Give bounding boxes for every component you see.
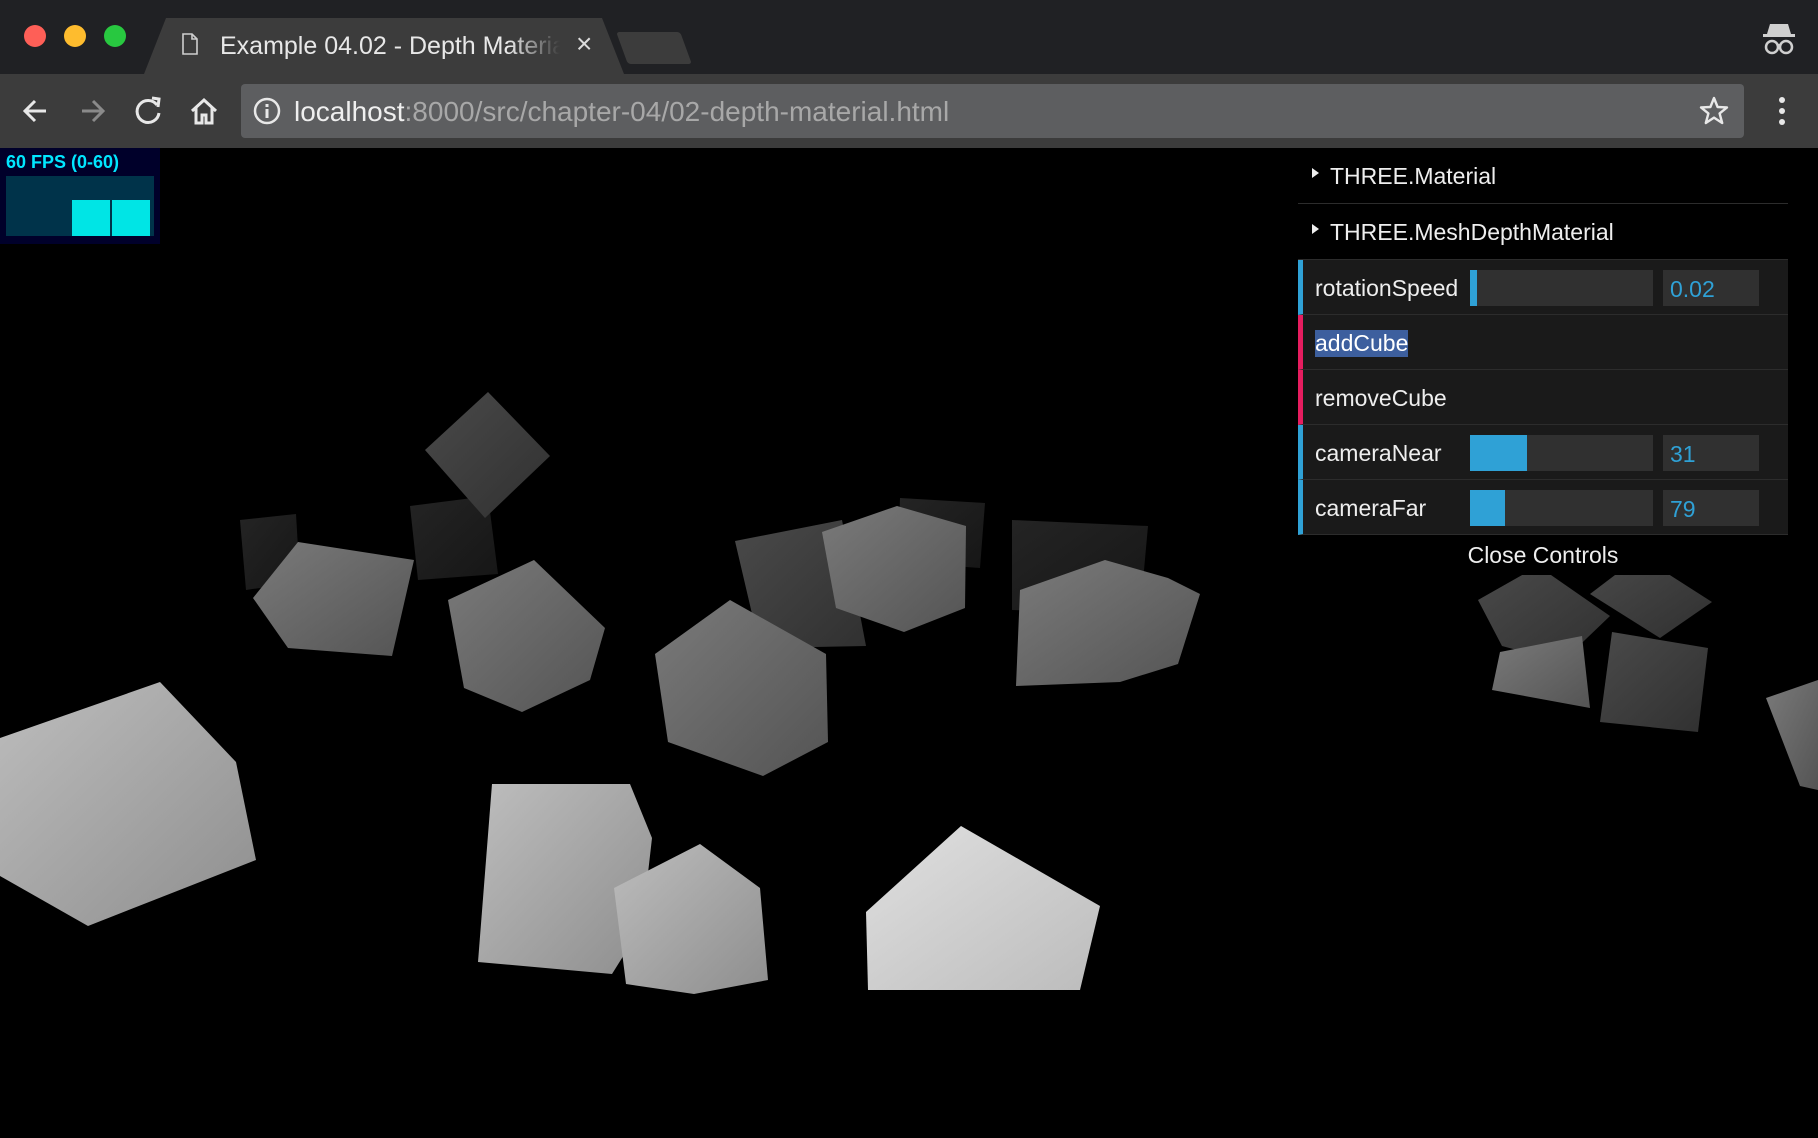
tab-title: Example 04.02 - Depth Material <box>220 32 560 60</box>
camera-near-input[interactable]: 31 <box>1663 435 1759 471</box>
document-icon <box>182 33 198 55</box>
fps-stats-panel[interactable]: 60 FPS (0-60) <box>0 148 160 244</box>
remove-cube-button[interactable]: removeCube <box>1298 370 1788 425</box>
tab-close-icon[interactable]: × <box>576 30 592 58</box>
home-icon[interactable] <box>188 95 220 127</box>
folder-collapsed-icon <box>1312 168 1319 178</box>
control-rotation-speed: rotationSpeed 0.02 <box>1298 260 1788 315</box>
folder-label: THREE.Material <box>1330 163 1497 189</box>
back-arrow-icon[interactable] <box>20 95 52 127</box>
cube <box>1766 680 1818 790</box>
controls-panel: THREE.Material THREE.MeshDepthMaterial r… <box>1298 148 1788 575</box>
url-path: :8000/src/chapter-04/02-depth-material.h… <box>404 96 950 127</box>
incognito-icon <box>1763 24 1795 55</box>
camera-near-slider[interactable] <box>1470 435 1653 471</box>
folder-three-meshdepthmaterial[interactable]: THREE.MeshDepthMaterial <box>1298 204 1788 260</box>
control-camera-far: cameraFar 79 <box>1298 480 1788 535</box>
browser-tab[interactable]: Example 04.02 - Depth Material × <box>144 18 624 74</box>
reload-icon[interactable] <box>132 95 164 127</box>
webgl-viewport[interactable]: 60 FPS (0-60) THREE.Material THREE.MeshD… <box>0 148 1818 1138</box>
rotation-speed-slider[interactable] <box>1470 270 1653 306</box>
control-label: cameraFar <box>1315 495 1427 521</box>
folder-label: THREE.MeshDepthMaterial <box>1330 219 1614 245</box>
cube <box>448 560 605 712</box>
fps-graph <box>6 176 154 236</box>
kebab-menu-icon[interactable] <box>1772 92 1792 130</box>
browser-toolbar: localhost:8000/src/chapter-04/02-depth-m… <box>0 74 1818 148</box>
slider-fill <box>1470 270 1478 306</box>
minimize-window-button[interactable] <box>64 25 86 47</box>
control-camera-near: cameraNear 31 <box>1298 425 1788 480</box>
camera-far-input[interactable]: 79 <box>1663 490 1759 526</box>
new-tab-button[interactable] <box>616 32 692 64</box>
close-controls-button[interactable]: Close Controls <box>1298 535 1788 575</box>
fps-label: 60 FPS (0-60) <box>6 152 120 172</box>
add-cube-button[interactable]: addCube <box>1298 315 1788 370</box>
slider-fill <box>1470 435 1527 471</box>
fps-graph-bar <box>112 200 150 236</box>
close-window-button[interactable] <box>24 25 46 47</box>
control-label: removeCube <box>1315 385 1447 411</box>
cube <box>0 682 256 926</box>
url-text[interactable]: localhost:8000/src/chapter-04/02-depth-m… <box>294 96 949 128</box>
bookmark-star-icon[interactable] <box>1698 95 1730 127</box>
cube <box>1600 632 1708 732</box>
url-host: localhost <box>294 96 405 127</box>
camera-far-slider[interactable] <box>1470 490 1653 526</box>
control-label: rotationSpeed <box>1315 275 1459 301</box>
rotation-speed-input[interactable]: 0.02 <box>1663 270 1759 306</box>
control-label: cameraNear <box>1315 440 1442 466</box>
maximize-window-button[interactable] <box>104 25 126 47</box>
slider-fill <box>1470 490 1505 526</box>
folder-collapsed-icon <box>1312 224 1319 234</box>
info-icon[interactable] <box>253 97 281 125</box>
cube <box>425 392 550 518</box>
forward-arrow-icon[interactable] <box>76 95 108 127</box>
folder-three-material[interactable]: THREE.Material <box>1298 148 1788 204</box>
fps-graph-bar <box>72 200 110 236</box>
window-titlebar: Example 04.02 - Depth Material × <box>0 0 1818 74</box>
control-label: addCube <box>1315 330 1409 357</box>
address-bar[interactable]: localhost:8000/src/chapter-04/02-depth-m… <box>241 84 1744 138</box>
cube <box>866 826 1100 990</box>
